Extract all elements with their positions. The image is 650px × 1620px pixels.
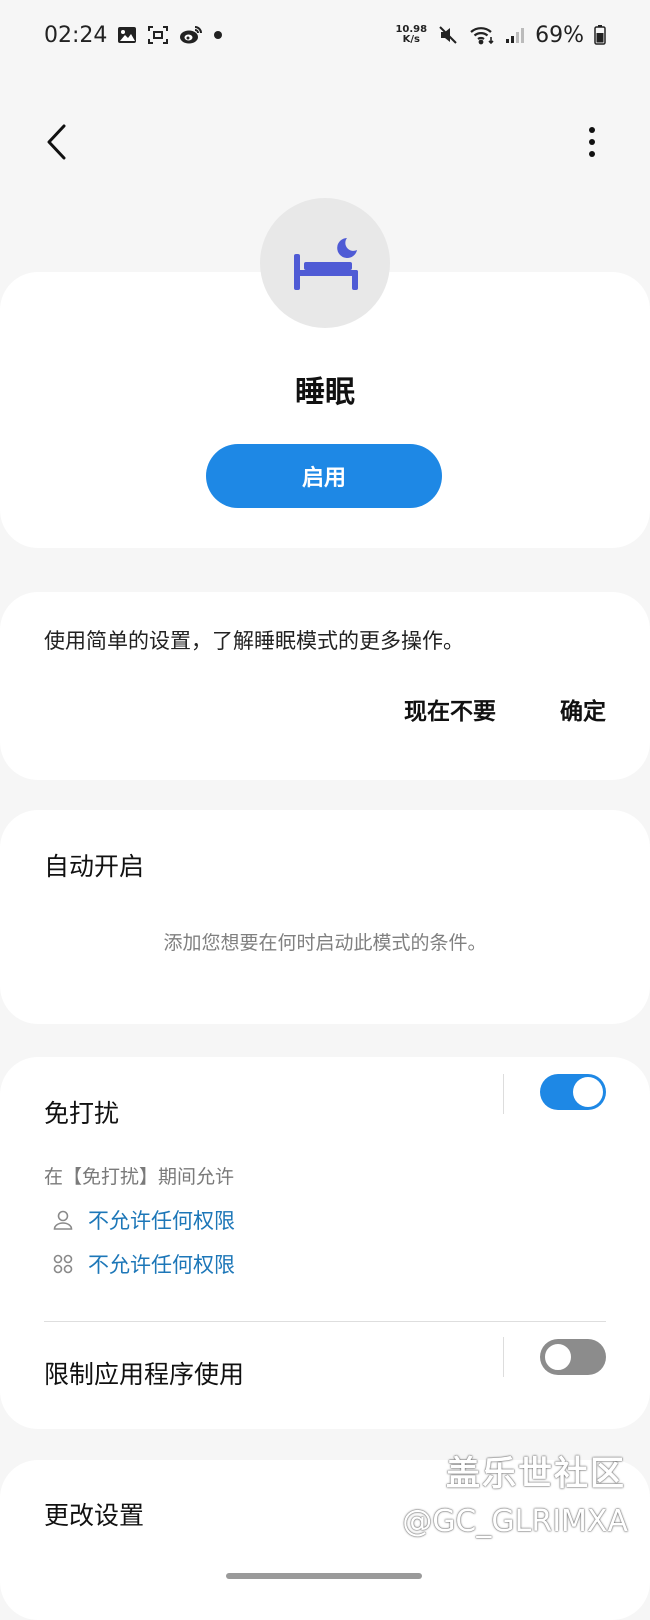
app-limit-toggle-knob [543,1342,573,1372]
person-icon [53,1210,73,1230]
auto-start-card[interactable]: 自动开启 添加您想要在何时启动此模式的条件。 [0,810,650,1024]
more-vertical-icon [589,127,595,157]
dnd-toggle[interactable] [540,1074,606,1110]
home-indicator[interactable] [226,1573,422,1579]
back-button[interactable] [36,117,76,167]
net-speed: 10.98 K/s [395,25,427,45]
gallery-icon [117,26,137,44]
tip-card: 使用简单的设置，了解睡眠模式的更多操作。 现在不要 确定 [0,592,650,780]
not-now-button[interactable]: 现在不要 [404,692,496,726]
app-limit-toggle[interactable] [540,1339,606,1375]
status-time: 02:24 [44,22,108,48]
signal-icon [505,26,525,44]
dnd-allow-caption: 在【免打扰】期间允许 [44,1166,235,1188]
status-right: 10.98 K/s 69% [395,23,606,48]
mode-icon-circle [260,198,390,328]
app-limit-title[interactable]: 限制应用程序使用 [44,1355,244,1391]
screenshot-icon [147,25,169,45]
permission-row-apps[interactable]: 不允许任何权限 [52,1249,235,1279]
status-bar: 02:24 10.98 K/s 69% [0,0,650,70]
wifi-icon [469,25,495,45]
net-speed-unit: K/s [402,34,420,45]
auto-start-description: 添加您想要在何时启动此模式的条件。 [163,932,487,954]
permission-row-people[interactable]: 不允许任何权限 [52,1205,235,1235]
dnd-card: 免打扰 在【免打扰】期间允许 不允许任何权限 不允许任何权限 限制应用程序使用 [0,1057,650,1429]
auto-start-title: 自动开启 [44,852,145,881]
status-left: 02:24 [44,23,223,48]
dnd-section-divider [44,1321,606,1322]
app-bar [0,105,650,177]
dot-icon [213,30,223,40]
permission-apps-label: 不允许任何权限 [88,1253,235,1277]
tip-text: 使用简单的设置，了解睡眠模式的更多操作。 [44,629,464,653]
chevron-left-icon [47,124,66,160]
change-settings-title: 更改设置 [44,1501,145,1530]
permission-people-label: 不允许任何权限 [88,1209,235,1233]
confirm-button[interactable]: 确定 [560,692,606,726]
enable-button[interactable]: 启用 [206,444,442,508]
dnd-title[interactable]: 免打扰 [44,1094,119,1130]
app-limit-divider [503,1337,504,1377]
watermark-community: 盖乐世社区 [446,1454,626,1494]
mode-title: 睡眠 [295,375,355,410]
battery-percent: 69% [535,22,584,48]
apps-icon [53,1254,73,1274]
bed-moon-icon [294,238,358,290]
mute-icon [437,25,459,45]
dnd-divider [503,1074,504,1114]
watermark-handle: @GC_GLRIMXA [402,1504,628,1539]
dnd-toggle-knob [573,1077,603,1107]
more-options-button[interactable] [582,117,602,167]
tip-actions: 现在不要 确定 [404,692,606,726]
battery-icon [594,25,606,45]
weibo-icon [179,25,203,45]
